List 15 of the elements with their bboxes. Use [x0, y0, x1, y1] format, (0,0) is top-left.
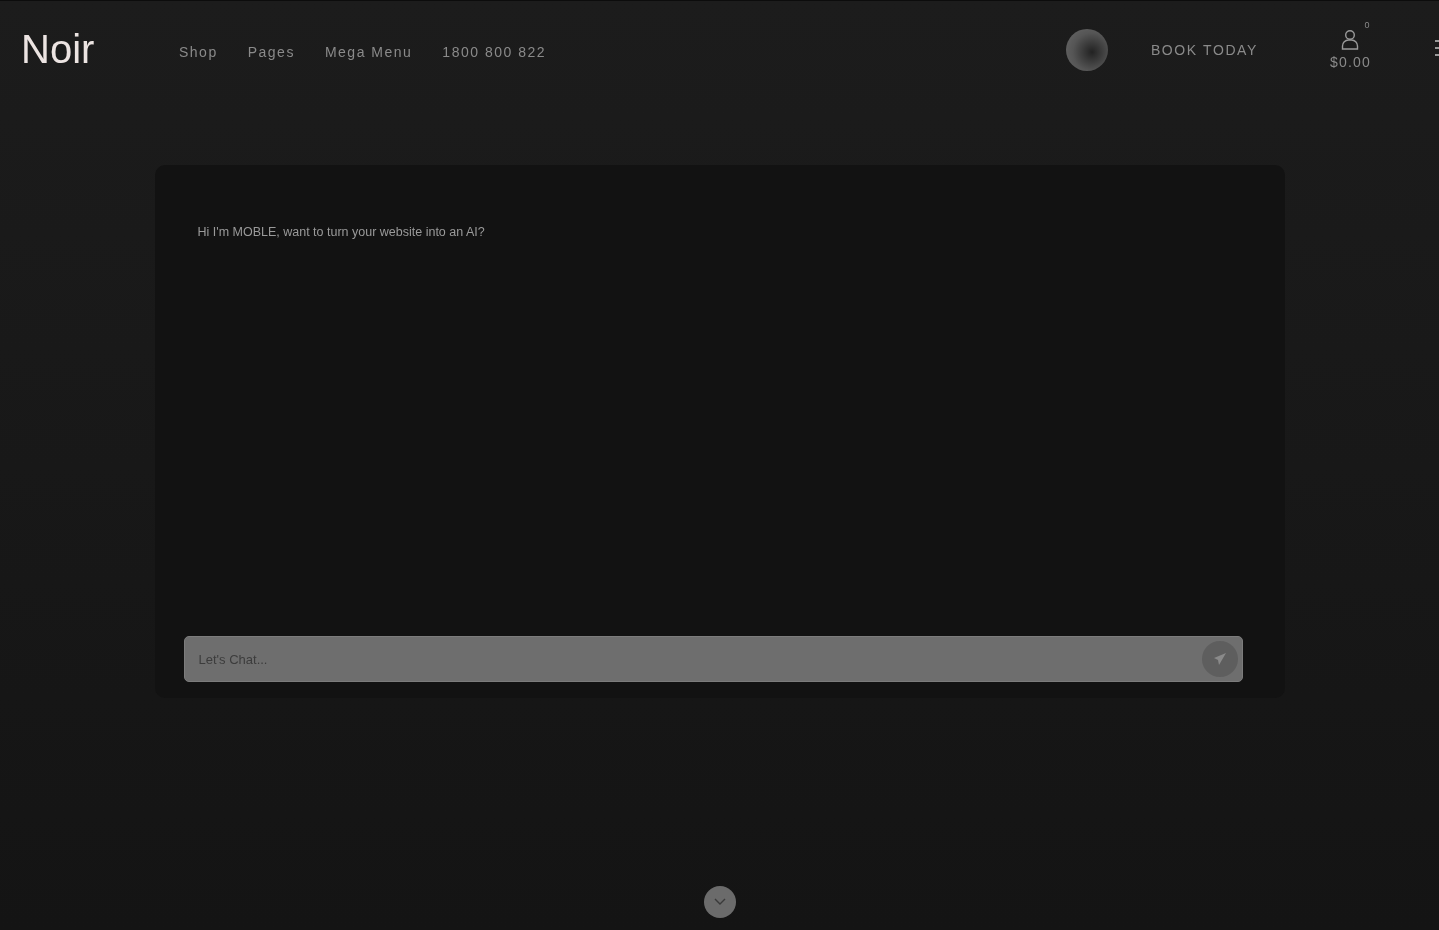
scroll-down-button[interactable]	[703, 886, 736, 918]
nav-link[interactable]: Shop	[179, 43, 218, 60]
cart-count: 0	[1364, 20, 1370, 30]
paper-plane-icon	[1212, 652, 1227, 666]
chevron-down-icon	[713, 898, 726, 906]
nav-link[interactable]: 1800 800 822	[442, 43, 546, 60]
site-logo[interactable]: Noir	[21, 27, 179, 72]
cart-total[interactable]: $0.00	[1329, 54, 1371, 70]
user-icon[interactable]	[1341, 29, 1360, 50]
sphere-icon[interactable]	[1065, 28, 1108, 71]
chat-message: Hi I'm MOBLE, want to turn your website into an AI?	[197, 225, 486, 239]
menu-icon[interactable]	[1435, 38, 1439, 57]
book-today-link[interactable]: BOOK TODAY	[1150, 41, 1258, 58]
nav-link[interactable]: Pages	[247, 43, 295, 60]
nav-link[interactable]: Mega Menu	[324, 43, 413, 60]
